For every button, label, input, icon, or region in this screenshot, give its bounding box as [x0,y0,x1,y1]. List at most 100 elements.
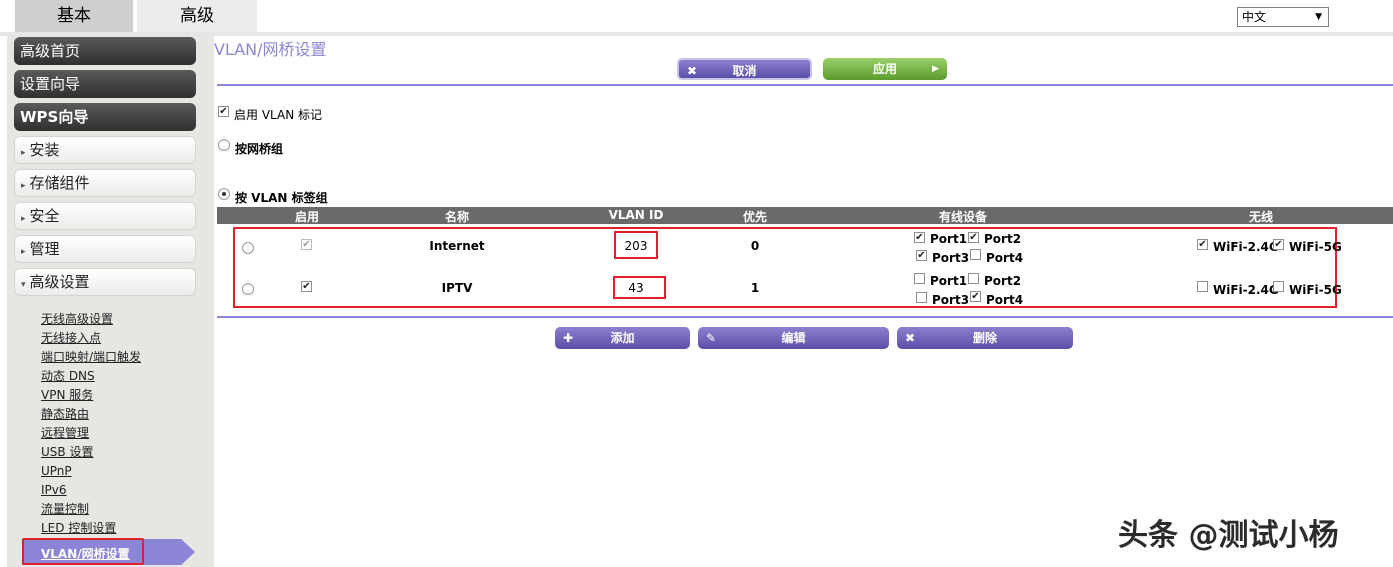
row-priority: 1 [750,281,760,295]
sublink-upnp[interactable]: UPnP [41,463,141,482]
wifi-5g-label: WiFi-5G [1289,283,1342,297]
advanced-settings-submenu: 无线高级设置 无线接入点 端口映射/端口触发 动态 DNS VPN 服务 静态路… [41,311,141,539]
sublink-wireless-advanced[interactable]: 无线高级设置 [41,311,141,330]
sidebar-item-setup-wizard[interactable]: 设置向导 [14,70,196,98]
col-wireless: 无线 [1248,210,1274,224]
sidebar-item-label: 安装 [29,141,60,159]
sidebar-item-security[interactable]: ▸ 安全 [14,202,196,230]
sidebar-item-label: 管理 [29,240,60,258]
annotation-table-box [233,227,1337,308]
port2-checkbox[interactable] [968,273,979,284]
cancel-button[interactable]: ✖ 取消 [677,58,812,80]
sidebar-item-advanced-home[interactable]: 高级首页 [14,37,196,65]
sublink-dynamic-dns[interactable]: 动态 DNS [41,368,141,387]
sublink-led-settings[interactable]: LED 控制设置 [41,520,141,539]
sublink-port-forwarding[interactable]: 端口映射/端口触发 [41,349,141,368]
sublink-ipv6[interactable]: IPv6 [41,482,141,501]
sidebar-item-install[interactable]: ▸ 安装 [14,136,196,164]
port1-checkbox[interactable] [914,273,925,284]
watermark: 头条 @测试小杨 [1118,518,1339,553]
collapse-arrow-icon: ▾ [21,280,26,290]
divider-top [217,84,1393,86]
port1-label: Port1 [930,274,968,288]
sidebar-item-advanced-settings[interactable]: ▾ 高级设置 [14,268,196,296]
port1-label: Port1 [930,232,968,246]
row-enable-checkbox[interactable]: ✔ [301,281,312,292]
port4-checkbox[interactable]: ✔ [970,291,981,302]
divider-bottom [217,316,1393,318]
col-name: 名称 [444,210,470,224]
apply-button[interactable]: 应用 ▶ [823,58,947,80]
dropdown-arrow-icon: ▼ [1315,12,1322,22]
page-title: VLAN/网桥设置 [214,40,327,59]
expand-arrow-icon: ▸ [21,214,26,224]
port2-checkbox[interactable]: ✔ [968,232,979,243]
row-vlan-id: 43 [628,281,644,295]
sublink-traffic-control[interactable]: 流量控制 [41,501,141,520]
sublink-static-routes[interactable]: 静态路由 [41,406,141,425]
sidebar-item-wps-wizard[interactable]: WPS向导 [14,103,196,131]
play-icon: ▶ [932,64,939,74]
port2-label: Port2 [984,274,1022,288]
wifi-5g-checkbox[interactable]: ✔ [1273,239,1284,250]
wifi-24g-label: WiFi-2.4G [1213,240,1279,254]
expand-arrow-icon: ▸ [21,148,26,158]
row-enable-checkbox[interactable]: ✔ [301,239,312,250]
add-label: 添加 [610,331,635,345]
edit-button[interactable]: ✎ 编辑 [698,327,889,349]
tab-advanced[interactable]: 高级 [137,0,257,32]
language-select[interactable]: 中文 ▼ [1237,7,1329,27]
port3-label: Port3 [932,293,970,307]
col-vlan-id: VLAN ID [608,208,664,222]
wifi-5g-label: WiFi-5G [1289,240,1342,254]
row-priority: 0 [750,239,760,253]
enable-vlan-checkbox[interactable]: ✔ [218,106,229,117]
wifi-24g-checkbox[interactable]: ✔ [1197,239,1208,250]
enable-vlan-label: 启用 VLAN 标记 [234,108,322,122]
bridge-group-radio[interactable] [218,139,230,151]
row-name: Internet [429,239,485,253]
bridge-group-label: 按网桥组 [235,142,284,156]
cancel-label: 取消 [732,64,757,78]
sidebar-item-storage[interactable]: ▸ 存储组件 [14,169,196,197]
port3-label: Port3 [932,251,970,265]
language-selected: 中文 [1242,10,1267,24]
sidebar-item-label: 存储组件 [29,174,90,192]
sidebar-item-label: 安全 [29,207,60,225]
delete-button[interactable]: ✖ 删除 [897,327,1073,349]
sidebar-item-management[interactable]: ▸ 管理 [14,235,196,263]
router-admin-page: 基本 高级 中文 ▼ 高级首页 设置向导 WPS向导 ▸ 安装 ▸ 存储组件 ▸ 安全… [0,0,1393,567]
port4-label: Port4 [986,251,1024,265]
sublink-vpn[interactable]: VPN 服务 [41,387,141,406]
vlan-group-radio[interactable] [218,188,230,200]
edit-label: 编辑 [781,331,806,345]
row-select-radio[interactable] [242,283,254,295]
expand-arrow-icon: ▸ [21,247,26,257]
delete-label: 删除 [972,331,997,345]
expand-arrow-icon: ▸ [21,181,26,191]
wifi-24g-label: WiFi-2.4G [1213,283,1279,297]
sidebar-item-label: 高级设置 [29,273,90,291]
wifi-24g-checkbox[interactable] [1197,281,1208,292]
port4-label: Port4 [986,293,1024,307]
port3-checkbox[interactable] [916,292,927,303]
sublink-access-point[interactable]: 无线接入点 [41,330,141,349]
port2-label: Port2 [984,232,1022,246]
vlan-table-header: 启用 名称 VLAN ID 优先 有线设备 无线 [217,207,1393,224]
sublink-usb-settings[interactable]: USB 设置 [41,444,141,463]
tab-basic[interactable]: 基本 [15,0,133,32]
port1-checkbox[interactable]: ✔ [914,232,925,243]
annotation-red-box [22,538,144,565]
port3-checkbox[interactable]: ✔ [916,250,927,261]
wifi-5g-checkbox[interactable] [1273,281,1284,292]
col-wired: 有线设备 [938,210,988,224]
sublink-vlan-bridge-active[interactable]: VLAN/网桥设置 [22,538,195,565]
row-select-radio[interactable] [242,242,254,254]
add-button[interactable]: ✚ 添加 [555,327,690,349]
col-priority: 优先 [742,210,768,224]
col-enable: 启用 [294,210,320,224]
apply-label: 应用 [872,62,897,76]
sublink-remote-management[interactable]: 远程管理 [41,425,141,444]
port4-checkbox[interactable] [970,249,981,260]
row-name: IPTV [441,281,473,295]
